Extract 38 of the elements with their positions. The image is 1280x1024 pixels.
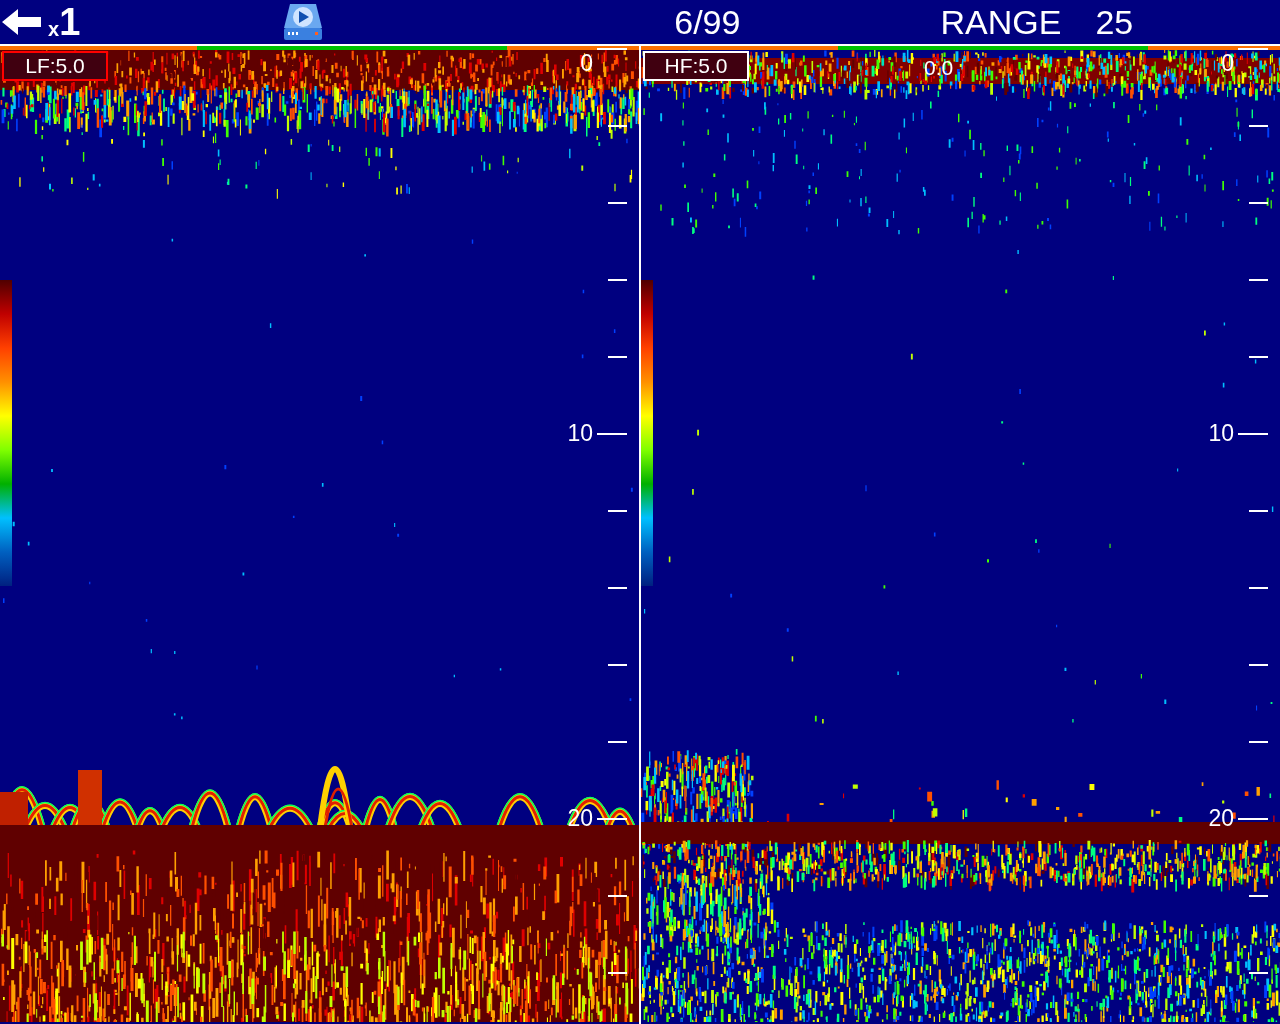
depth-tick [1238, 818, 1268, 820]
depth-label: 20 [1208, 807, 1234, 830]
depth-tick [1238, 48, 1268, 50]
depth-tick [597, 433, 627, 435]
zoom-value: 1 [59, 3, 81, 41]
depth-tick [1249, 587, 1268, 589]
channel-label[interactable]: HF:5.0 [643, 51, 749, 81]
file-counter: 6/99 [674, 5, 741, 39]
depth-tick [1249, 125, 1268, 127]
depth-tick [608, 664, 627, 666]
depth-tick [1249, 741, 1268, 743]
depth-tick [608, 356, 627, 358]
depth-tick [1249, 895, 1268, 897]
depth-tick [608, 587, 627, 589]
depth-tick [597, 48, 627, 50]
depth-tick [1249, 279, 1268, 281]
depth-tick [597, 818, 627, 820]
range-value: 25 [1095, 5, 1134, 39]
depth-tick [1238, 433, 1268, 435]
depth-label: 10 [567, 422, 593, 445]
zoom-prefix: x [48, 19, 60, 39]
depth-tick [608, 279, 627, 281]
depth-tick [1249, 664, 1268, 666]
depth-tick [608, 125, 627, 127]
depth-tick [1249, 510, 1268, 512]
range-label: RANGE [940, 5, 1062, 39]
depth-tick [608, 202, 627, 204]
depth-tick [608, 895, 627, 897]
depth-label: 10 [1208, 422, 1234, 445]
depth-tick [608, 510, 627, 512]
depth-tick [1249, 356, 1268, 358]
back-arrow-icon[interactable] [2, 8, 42, 36]
depth-tick [1249, 972, 1268, 974]
depth-tick [608, 972, 627, 974]
play-drive-icon[interactable] [282, 2, 325, 42]
channel-label[interactable]: LF:5.0 [2, 51, 108, 81]
depth-tick [1249, 202, 1268, 204]
depth-tick [608, 741, 627, 743]
